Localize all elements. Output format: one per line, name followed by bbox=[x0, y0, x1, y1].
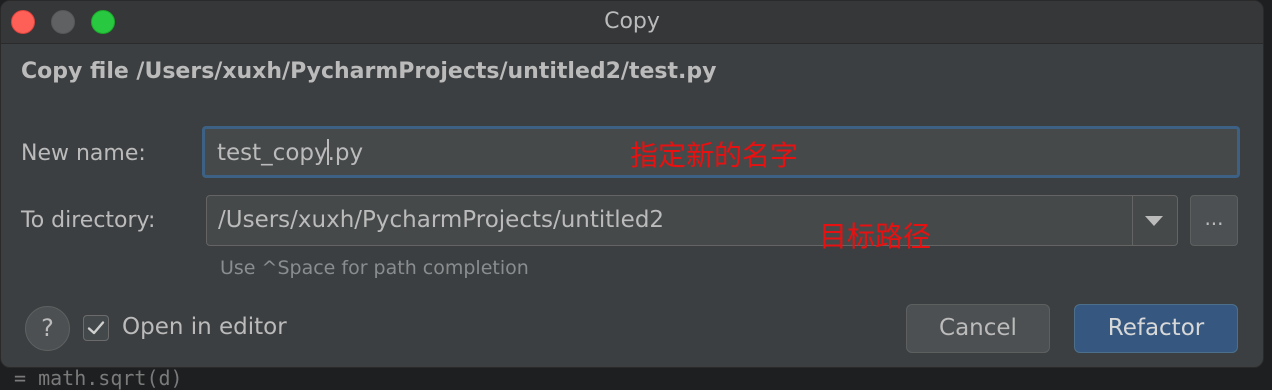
title-bar: Copy bbox=[1, 1, 1263, 44]
chevron-down-icon[interactable] bbox=[1145, 216, 1163, 226]
new-name-value-end: .py bbox=[327, 140, 364, 166]
new-name-value-start: test_copy bbox=[217, 140, 328, 166]
browse-button[interactable]: ... bbox=[1190, 195, 1238, 246]
directory-annotation: 目标路径 bbox=[819, 220, 932, 253]
combo-divider bbox=[1132, 196, 1133, 245]
open-in-editor-label[interactable]: Open in editor bbox=[122, 314, 287, 340]
dialog-title: Copy bbox=[604, 9, 660, 34]
cancel-button[interactable]: Cancel bbox=[906, 304, 1050, 353]
new-name-annotation: 指定新的名字 bbox=[630, 139, 799, 172]
copy-dialog: Copy Copy file /Users/xuxh/PycharmProjec… bbox=[0, 0, 1264, 368]
to-directory-combobox[interactable]: /Users/xuxh/PycharmProjects/untitled2 bbox=[206, 195, 1178, 246]
open-in-editor-checkbox[interactable] bbox=[83, 315, 109, 341]
copy-file-header: Copy file /Users/xuxh/PycharmProjects/un… bbox=[21, 59, 717, 84]
new-name-label: New name: bbox=[21, 141, 146, 166]
path-completion-hint: Use ^Space for path completion bbox=[220, 257, 529, 279]
help-button[interactable]: ? bbox=[25, 306, 70, 351]
refactor-button[interactable]: Refactor bbox=[1074, 304, 1238, 353]
to-directory-label: To directory: bbox=[21, 208, 156, 233]
checkmark-icon bbox=[87, 321, 105, 335]
background-code-fragment: = math.sqrt(d) bbox=[14, 366, 183, 390]
to-directory-value: /Users/xuxh/PycharmProjects/untitled2 bbox=[218, 207, 665, 233]
